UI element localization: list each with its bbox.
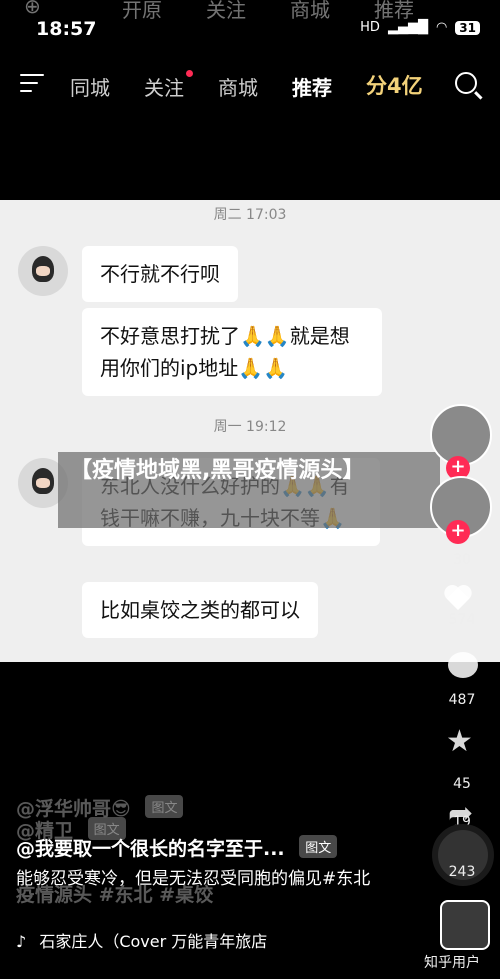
signal-icon: HD xyxy=(360,20,380,35)
tab-mall[interactable]: 商城 xyxy=(218,72,258,101)
comment-icon[interactable] xyxy=(448,652,478,678)
music-title: 石家庄人（Cover 万能青年旅店 xyxy=(39,932,268,951)
video-description: 能够忍受寒冷，但是无法忍受同胞的偏见#东北 xyxy=(16,869,371,889)
chat-bubble: 比如桌饺之类的都可以 xyxy=(82,582,318,638)
tab-recommend[interactable]: 推荐 xyxy=(292,72,332,101)
top-nav: 同城 关注 商城 推荐 分4亿 xyxy=(0,64,500,104)
tab-tongcheng[interactable]: 同城 xyxy=(70,72,110,101)
battery-icon: 31 xyxy=(455,20,480,35)
notification-dot xyxy=(186,70,193,77)
menu-icon[interactable] xyxy=(20,74,44,98)
chat-bubble: 不行就不行呗 xyxy=(82,246,238,302)
like-heart-icon[interactable] xyxy=(446,586,474,612)
avatar xyxy=(18,246,68,296)
timestamp: 周二 17:03 xyxy=(213,207,287,223)
wifi-icon: ◠ xyxy=(435,20,448,35)
promo-badge[interactable]: 分4亿 xyxy=(366,70,423,100)
share-count: 243 xyxy=(448,864,476,880)
chat-bubble: 不好意思打扰了🙏🙏就是想用你们的ip地址🙏🙏 xyxy=(82,308,382,396)
watermark: 知乎用户 xyxy=(424,955,480,971)
author-line: @我要取一个很长的名字至于... 图文 xyxy=(16,834,338,861)
tab-following[interactable]: 关注 xyxy=(144,72,184,101)
comment-count: 487 xyxy=(448,692,476,708)
music-note-icon: ♪ xyxy=(16,932,27,951)
music-thumbnail[interactable] xyxy=(440,900,490,950)
content-type-tag: 图文 xyxy=(299,835,338,858)
author-name[interactable]: @我要取一个很长的名字至于... xyxy=(16,838,285,860)
video-title-overlay: 【疫情地域黑,黑哥疫情源头】 xyxy=(58,452,440,528)
music-line[interactable]: ♪ 石家庄人（Cover 万能青年旅店 xyxy=(16,928,267,952)
search-icon[interactable] xyxy=(455,72,477,94)
action-rail: + + 30 574 487 ★ 45 ➦ 19 243 xyxy=(424,376,500,976)
favorite-star-icon[interactable]: ★ xyxy=(446,724,473,759)
status-bar: 18:57 HD ▂▄▆█ ◠ 31 xyxy=(0,14,500,46)
follow-plus-icon[interactable]: + xyxy=(446,520,470,544)
favorite-count: 45 xyxy=(453,776,471,792)
like-count: 30 xyxy=(453,552,471,568)
clock: 18:57 xyxy=(36,18,97,40)
like-count: 574 xyxy=(448,612,476,628)
signal-bars-icon: ▂▄▆█ xyxy=(387,20,428,35)
ghost-tag: 图文 xyxy=(145,795,184,818)
